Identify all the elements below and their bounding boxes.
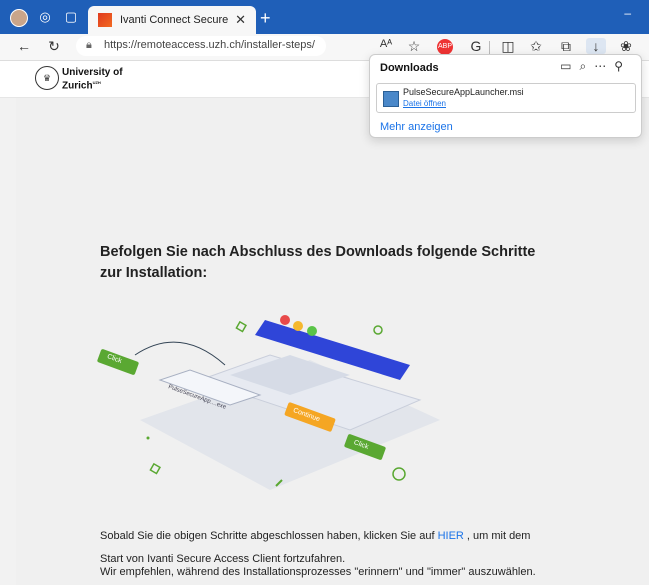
download-item[interactable]: PulseSecureAppLauncher.msi Datei öffnen [376,83,636,113]
pin-icon[interactable]: ⚲ [614,59,631,73]
uzh-logo-text[interactable]: University of ZurichUZH [62,68,123,91]
favorites-list-icon[interactable]: ✩ [526,38,546,55]
read-aloud-icon[interactable]: Aᴬ [376,38,396,50]
downloads-panel: Downloads ▭⌕⋯⚲ PulseSecureAppLauncher.ms… [369,54,642,138]
install-illustration: PulseSecureApp....exe Click Continue Cli… [97,315,440,490]
split-screen-icon[interactable]: ◫ [498,38,518,55]
profile-avatar[interactable] [10,9,28,27]
instruction-line-3: Wir empfehlen, während des Installations… [100,566,536,578]
browser-tab[interactable]: Ivanti Connect Secure ✕ [88,6,256,34]
logo-line2: Zurich [62,80,93,92]
tab-title: Ivanti Connect Secure [120,14,229,26]
extension-icon[interactable]: G [466,38,486,54]
decor-dot [146,436,150,440]
url-text: https://remoteaccess.uzh.ch/installer-st… [104,39,315,51]
hier-link[interactable]: HIER [438,530,464,542]
arrow-line [134,341,226,366]
line1-before: Sobald Sie die obigen Schritte abgeschlo… [100,530,438,542]
decor-square-1 [235,320,247,333]
downloads-icon[interactable]: ↓ [586,38,606,54]
open-file-link[interactable]: Datei öffnen [403,99,446,108]
search-icon[interactable]: ⌕ [579,59,594,73]
window-dot-yellow [293,321,303,331]
msi-file-icon [383,91,399,107]
logo-sup: UZH [92,80,101,85]
open-folder-icon[interactable]: ▭ [560,59,579,73]
decor-circle-1 [373,325,383,335]
download-filename: PulseSecureAppLauncher.msi [403,87,524,97]
close-tab-icon[interactable]: ✕ [235,12,246,28]
uzh-seal-icon: ♛ [35,66,59,90]
toolbar-separator [489,41,490,54]
line1-after: , um mit dem [463,530,531,542]
logo-line1: University of [62,67,123,78]
title-bar: ◎ ▢ Ivanti Connect Secure ✕ + – [0,0,649,34]
reload-icon[interactable]: ↻ [44,38,64,55]
instruction-line-2: Start von Ivanti Secure Access Client fo… [100,553,346,565]
copilot-icon[interactable]: ❀ [616,38,636,55]
install-heading: Befolgen Sie nach Abschluss des Download… [100,244,536,281]
show-more-link[interactable]: Mehr anzeigen [380,121,453,133]
back-icon[interactable]: ← [14,38,34,54]
ivanti-favicon-icon [98,13,112,27]
minimize-icon[interactable]: – [624,6,631,20]
new-tab-icon[interactable]: + [260,8,271,29]
decor-circle-2 [392,467,406,481]
adblock-icon[interactable]: ABP [437,39,453,55]
tab-actions-icon[interactable]: ▢ [62,8,80,26]
lock-icon: 🔒︎ [86,39,92,51]
more-options-icon[interactable]: ⋯ [594,59,614,73]
instruction-line-1: Sobald Sie die obigen Schritte abgeschlo… [100,530,530,542]
workspaces-icon[interactable]: ◎ [36,8,54,26]
decor-square-2 [149,462,161,475]
downloads-title: Downloads [380,62,439,74]
window-dot-green [307,326,317,336]
collections-icon[interactable]: ⧉ [556,38,576,55]
downloads-panel-actions: ▭⌕⋯⚲ [560,59,631,74]
favorite-star-icon[interactable]: ☆ [404,38,424,55]
address-bar[interactable]: 🔒︎ https://remoteaccess.uzh.ch/installer… [76,36,326,56]
window-dot-red [280,315,290,325]
